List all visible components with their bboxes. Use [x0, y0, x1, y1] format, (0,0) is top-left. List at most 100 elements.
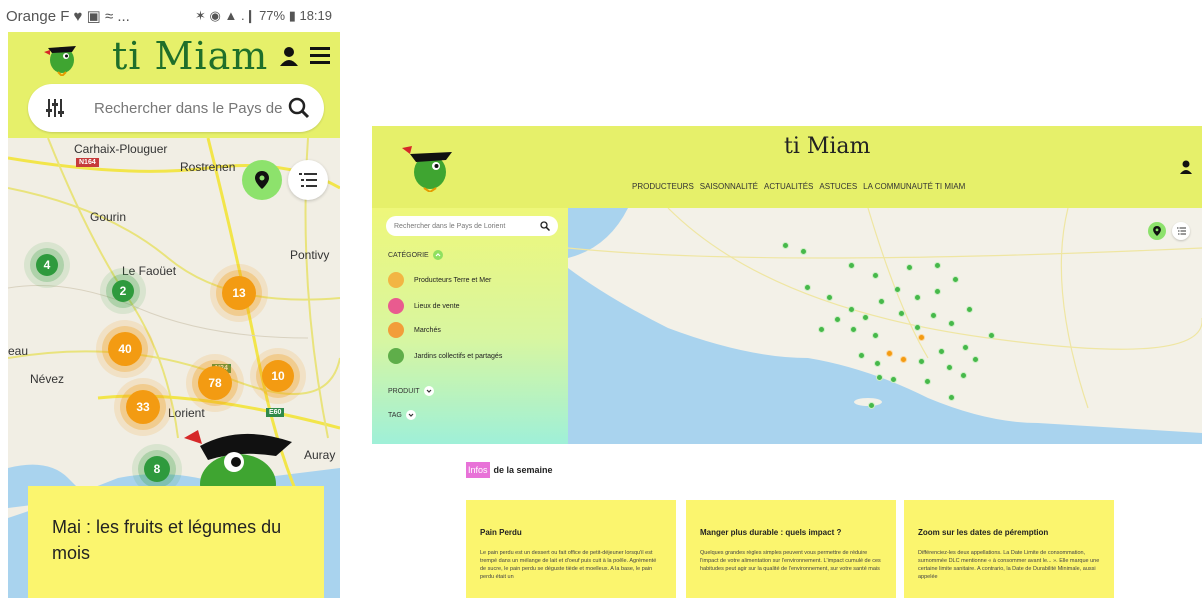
app-logo-text[interactable]: ti Miam: [784, 134, 870, 159]
list-view-button[interactable]: [1172, 222, 1190, 240]
map-marker[interactable]: [848, 306, 855, 313]
search-icon[interactable]: [540, 221, 550, 231]
map-marker[interactable]: [900, 356, 907, 363]
map-marker[interactable]: [894, 286, 901, 293]
town-label: Névez: [30, 372, 65, 386]
map-marker[interactable]: [918, 358, 925, 365]
map-marker[interactable]: [874, 360, 881, 367]
map-marker[interactable]: [924, 378, 931, 385]
map-cluster[interactable]: 8: [144, 456, 170, 482]
desktop-map[interactable]: [568, 208, 1202, 444]
map-marker[interactable]: [914, 324, 921, 331]
desktop-view: ti Miam PRODUCTEURS SAISONNALITÉ ACTUALI…: [372, 126, 1202, 598]
map-marker[interactable]: [804, 284, 811, 291]
map-cluster[interactable]: 13: [222, 276, 256, 310]
map-marker[interactable]: [782, 242, 789, 249]
article-card[interactable]: Manger plus durable : quels impact ? Que…: [686, 500, 896, 598]
map-marker[interactable]: [948, 320, 955, 327]
nav-item-actualites[interactable]: ACTUALITÉS: [764, 182, 813, 191]
category-item-lieux[interactable]: Lieux de vente: [388, 298, 460, 314]
map-marker[interactable]: [834, 316, 841, 323]
nav-item-producteurs[interactable]: PRODUCTEURS: [632, 182, 694, 191]
map-cluster[interactable]: 4: [36, 254, 58, 276]
news-card-title[interactable]: Mai : les fruits et légumes du mois: [52, 514, 300, 566]
map-marker[interactable]: [906, 264, 913, 271]
map-marker[interactable]: [946, 364, 953, 371]
news-card[interactable]: Mai : les fruits et légumes du mois: [28, 486, 324, 598]
map-marker[interactable]: [960, 372, 967, 379]
map-marker[interactable]: [914, 294, 921, 301]
menu-icon[interactable]: [310, 46, 330, 64]
map-marker[interactable]: [898, 310, 905, 317]
category-item-jardins[interactable]: Jardins collectifs et partagés: [388, 348, 502, 364]
map-marker[interactable]: [962, 344, 969, 351]
article-card-title[interactable]: Manger plus durable : quels impact ?: [700, 528, 882, 537]
user-icon[interactable]: [1180, 160, 1192, 174]
category-toggle[interactable]: CATÉGORIE: [388, 250, 443, 260]
map-marker[interactable]: [818, 326, 825, 333]
map-marker[interactable]: [872, 332, 879, 339]
mobile-header: ti Miam: [8, 32, 340, 80]
map-marker[interactable]: [918, 334, 925, 341]
map-cluster[interactable]: 10: [262, 360, 294, 392]
map-marker[interactable]: [934, 262, 941, 269]
mobile-map[interactable]: Carhaix-Plouguer Rostrenen Gourin Pontiv…: [8, 138, 340, 598]
map-view-button[interactable]: [1148, 222, 1166, 240]
map-marker[interactable]: [934, 288, 941, 295]
nav-item-astuces[interactable]: ASTUCES: [819, 182, 857, 191]
tag-toggle[interactable]: TAG: [388, 410, 416, 420]
map-marker[interactable]: [878, 298, 885, 305]
map-cluster[interactable]: 78: [198, 366, 232, 400]
map-cluster[interactable]: 2: [112, 280, 134, 302]
map-cluster[interactable]: 40: [108, 332, 142, 366]
mobile-search-bar[interactable]: Rechercher dans le Pays de: [28, 84, 324, 132]
nav-item-communaute[interactable]: LA COMMUNAUTÉ TI MIAM: [863, 182, 965, 191]
map-marker[interactable]: [966, 306, 973, 313]
map-marker[interactable]: [886, 350, 893, 357]
article-card-title[interactable]: Zoom sur les dates de péremption: [918, 528, 1100, 537]
category-item-marches[interactable]: Marchés: [388, 322, 441, 338]
article-card-title[interactable]: Pain Perdu: [480, 528, 662, 537]
article-card[interactable]: Zoom sur les dates de péremption Différe…: [904, 500, 1114, 598]
map-marker[interactable]: [872, 272, 879, 279]
category-item-label: Lieux de vente: [414, 302, 460, 310]
chevron-down-icon[interactable]: [405, 410, 416, 420]
map-marker[interactable]: [858, 352, 865, 359]
map-marker[interactable]: [876, 374, 883, 381]
bird-logo-icon[interactable]: [398, 138, 458, 192]
lieux-de-vente-icon: [388, 298, 404, 314]
map-marker[interactable]: [848, 262, 855, 269]
map-pin-icon: [255, 171, 269, 189]
bird-logo-icon[interactable]: [38, 36, 82, 76]
road-label: E60: [266, 408, 285, 417]
category-item-producteurs[interactable]: Producteurs Terre et Mer: [388, 272, 491, 288]
app-logo-text[interactable]: ti Miam: [112, 34, 268, 78]
search-icon[interactable]: [288, 97, 310, 119]
chevron-up-icon[interactable]: [432, 250, 443, 260]
map-marker[interactable]: [826, 294, 833, 301]
map-marker[interactable]: [800, 248, 807, 255]
map-marker[interactable]: [972, 356, 979, 363]
desktop-search-bar[interactable]: Rechercher dans le Pays de Lorient: [386, 216, 558, 236]
map-view-button[interactable]: [242, 160, 282, 200]
filter-icon[interactable]: [44, 97, 66, 119]
desktop-search-input[interactable]: Rechercher dans le Pays de Lorient: [394, 223, 505, 230]
article-card[interactable]: Pain Perdu Le pain perdu est un dessert …: [466, 500, 676, 598]
nav-item-saisonnalite[interactable]: SAISONNALITÉ: [700, 182, 758, 191]
map-marker[interactable]: [988, 332, 995, 339]
map-marker[interactable]: [850, 326, 857, 333]
product-toggle[interactable]: PRODUIT: [388, 386, 434, 396]
map-marker[interactable]: [930, 312, 937, 319]
chevron-down-icon[interactable]: [423, 386, 434, 396]
list-view-button[interactable]: [288, 160, 328, 200]
map-cluster[interactable]: 33: [126, 390, 160, 424]
user-icon[interactable]: [280, 46, 298, 66]
map-marker[interactable]: [862, 314, 869, 321]
map-marker[interactable]: [868, 402, 875, 409]
map-marker[interactable]: [952, 276, 959, 283]
map-marker[interactable]: [938, 348, 945, 355]
map-marker[interactable]: [890, 376, 897, 383]
map-marker[interactable]: [948, 394, 955, 401]
mobile-search-input[interactable]: Rechercher dans le Pays de: [94, 100, 288, 117]
town-label: Le Faoüet: [122, 264, 177, 278]
